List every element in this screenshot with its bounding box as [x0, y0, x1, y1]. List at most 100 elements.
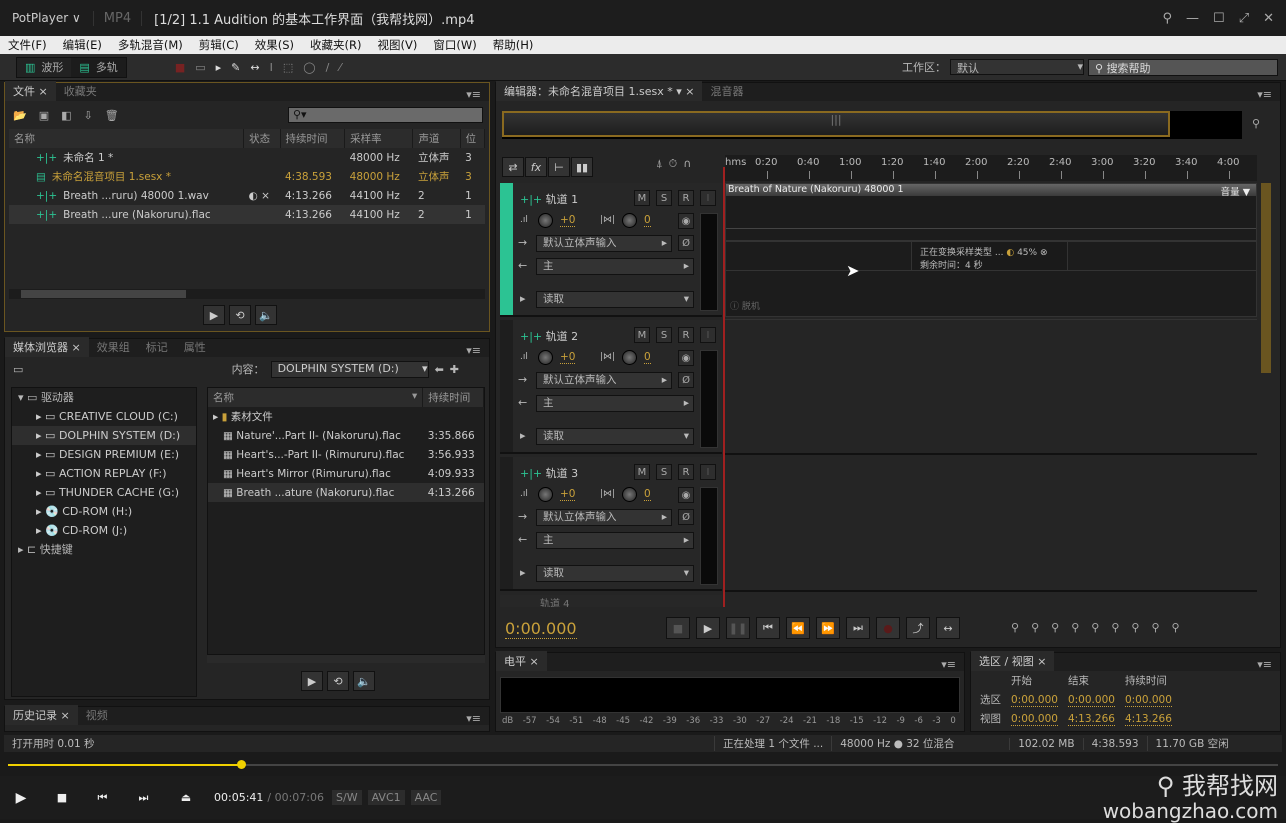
zoom-in-amplitude-icon[interactable]: ⚲ [1011, 621, 1019, 634]
tab-media-0[interactable]: 媒体浏览器 × [5, 337, 89, 357]
file-row[interactable]: +|+ 未命名 1 * 48000 Hz 立体声 3 [9, 148, 485, 167]
codec-badge[interactable]: S/W [332, 790, 362, 805]
eq-icon[interactable]: ▮▮ [571, 157, 593, 177]
tree-drive[interactable]: ▸ ▭ DOLPHIN SYSTEM (D:) [12, 426, 196, 445]
workspace-select[interactable]: 默认 ▾ [950, 59, 1084, 75]
fx-icon[interactable]: fx [525, 157, 547, 177]
files-scrollbar[interactable] [9, 289, 485, 299]
insert-icon[interactable]: ⇩ [84, 109, 93, 122]
stereo-icon[interactable]: ◉ [678, 487, 694, 503]
metronome-icon[interactable]: ⍋ [656, 157, 663, 171]
automation-select[interactable]: 读取 ▾ [536, 291, 694, 308]
record-arm-button[interactable]: R [678, 464, 694, 480]
file-row[interactable]: ▤ 未命名混音项目 1.sesx * 4:38.593 48000 Hz 立体声 3 [9, 167, 485, 186]
track-name[interactable]: 轨道 1 [546, 193, 579, 206]
tree-drive[interactable]: ▸ ▭ THUNDER CACHE (G:) [12, 483, 196, 502]
loop-button[interactable]: ⟲ [327, 671, 349, 691]
selection-start-field[interactable]: 0:00.000 [1011, 712, 1058, 726]
tab-media-3[interactable]: 属性 [176, 337, 214, 357]
zoom-full-icon[interactable]: ⚲ [1091, 621, 1099, 634]
menu-item[interactable]: 多轨混音(M) [110, 37, 191, 53]
expand-icon[interactable]: ▸ [520, 292, 526, 305]
track-4-header[interactable]: 轨道 4 [500, 595, 722, 607]
volume-knob[interactable] [538, 213, 553, 228]
zoom-selection-icon[interactable]: ⚲ [1151, 621, 1159, 634]
stopwatch-icon[interactable]: ⏱ [669, 157, 678, 171]
next-icon[interactable]: ⏭ [123, 791, 164, 805]
tab-files[interactable]: 文件 × [5, 81, 56, 101]
expand-icon[interactable]: ▸ [520, 429, 526, 442]
column-header[interactable]: 名称 [9, 129, 245, 148]
tab-history[interactable]: 历史记录 × [5, 705, 78, 725]
seek-handle[interactable] [237, 760, 246, 769]
current-time[interactable]: 0:00.000 [505, 619, 577, 639]
col-name[interactable]: 名称 ▾ [208, 388, 424, 407]
record-arm-button[interactable]: R [678, 190, 694, 206]
selection-dur-field[interactable]: 0:00.000 [1124, 693, 1172, 707]
search-help-input[interactable]: ⚲ 搜索帮助 [1088, 58, 1278, 76]
zoom-in-end-icon[interactable]: ⚲ [1131, 621, 1139, 634]
close-icon[interactable]: ✕ [1263, 11, 1274, 26]
seek-bar[interactable] [0, 754, 1286, 776]
codec-badge[interactable]: AAC [410, 790, 442, 805]
zoom-tracks-icon[interactable]: ⚲ [1172, 621, 1180, 634]
play-button[interactable]: ▶ [696, 617, 720, 639]
selection-start-field[interactable]: 0:00.000 [1011, 693, 1058, 707]
output-select[interactable]: 主 ▸ [536, 532, 694, 549]
volume-knob[interactable] [538, 350, 553, 365]
potplayer-menu[interactable]: PotPlayer ∨ [0, 11, 93, 25]
loop-button[interactable]: ⤴ [906, 617, 930, 639]
io-toggle-icon[interactable]: ⇄ [502, 157, 524, 177]
panel-menu-icon[interactable]: ▾≡ [466, 344, 489, 357]
track-name[interactable]: 轨道 2 [546, 330, 579, 343]
volume-knob[interactable] [538, 487, 553, 502]
phase-invert-icon[interactable]: Ø [678, 235, 694, 251]
input-select[interactable]: 默认立体声输入 ▸ [536, 509, 672, 526]
tab-mixer[interactable]: 混音器 [702, 81, 751, 101]
track-header[interactable]: +|+ 轨道 3 MSRI .ıl +0 |⋈| 0 ◉ → 默认立体声输入 ▸ Ø ← 主… [500, 457, 722, 591]
import-icon[interactable]: ▣ [39, 109, 49, 122]
phase-invert-icon[interactable]: Ø [678, 372, 694, 388]
zoom-out-amplitude-icon[interactable]: ⚲ [1031, 621, 1039, 634]
stereo-icon[interactable]: ◉ [678, 350, 694, 366]
file-row[interactable]: +|+ Breath ...ruru) 48000 1.wav ◐ × 4:13.26… [9, 186, 485, 205]
zoom-out-time-icon[interactable]: ⚲ [1071, 621, 1079, 634]
media-file-row[interactable]: ▦ Nature'...Part II- (Nakoruru).flac 3:35… [208, 426, 484, 445]
column-header[interactable]: 声道 [412, 129, 461, 148]
panel-menu-icon[interactable]: ▾≡ [466, 712, 489, 725]
move-tool-icon[interactable]: ▸ [216, 61, 222, 74]
brush-icon[interactable]: / [326, 61, 330, 74]
tab-favorites[interactable]: 收藏夹 [56, 81, 105, 101]
output-select[interactable]: 主 ▸ [536, 395, 694, 412]
waveform-button[interactable]: ▥ 波形 [17, 58, 71, 77]
tab-selection-view[interactable]: 选区 / 视图 × [971, 651, 1055, 671]
trash-icon[interactable]: 🗑 [105, 109, 119, 122]
razor-tool-icon[interactable]: ✎ [231, 61, 240, 74]
menu-item[interactable]: 效果(S) [247, 37, 302, 53]
automation-select[interactable]: 读取 ▾ [536, 428, 694, 445]
panel-menu-icon[interactable]: ▾≡ [1257, 658, 1280, 671]
input-monitor-button[interactable]: I [700, 327, 716, 343]
pan-knob[interactable] [622, 350, 637, 365]
pan-knob[interactable] [622, 487, 637, 502]
tree-shortcuts[interactable]: ▸ ⊏ 快捷键 [12, 540, 196, 559]
output-select[interactable]: 主 ▸ [536, 258, 694, 275]
autoplay-button[interactable]: 🔈 [353, 671, 375, 691]
track-header[interactable]: +|+ 轨道 1 MSRI .ıl +0 |⋈| 0 ◉ → 默认立体声输入 ▸ Ø ← 主… [500, 183, 722, 317]
col-duration[interactable]: 持续时间 [422, 388, 484, 407]
column-header[interactable]: 采样率 [344, 129, 414, 148]
tab-level[interactable]: 电平 × [496, 651, 547, 671]
track-name[interactable]: 轨道 3 [546, 467, 579, 480]
mute-button[interactable]: M [634, 464, 650, 480]
solo-button[interactable]: S [656, 327, 672, 343]
minimize-icon[interactable]: — [1186, 11, 1199, 26]
tab-media-1[interactable]: 效果组 [89, 337, 138, 357]
clip-volume-menu[interactable]: 音量 ▼ [1221, 184, 1256, 198]
solo-button[interactable]: S [656, 464, 672, 480]
autoplay-button[interactable]: 🔈 [255, 305, 277, 325]
media-file-row[interactable]: ▦ Heart's Mirror (Rimururu).flac 4:09.933 [208, 464, 484, 483]
input-monitor-button[interactable]: I [700, 464, 716, 480]
tab-video[interactable]: 视频 [78, 705, 116, 725]
loop-button[interactable]: ⟲ [229, 305, 251, 325]
rewind-button[interactable]: ⏪ [786, 617, 810, 639]
